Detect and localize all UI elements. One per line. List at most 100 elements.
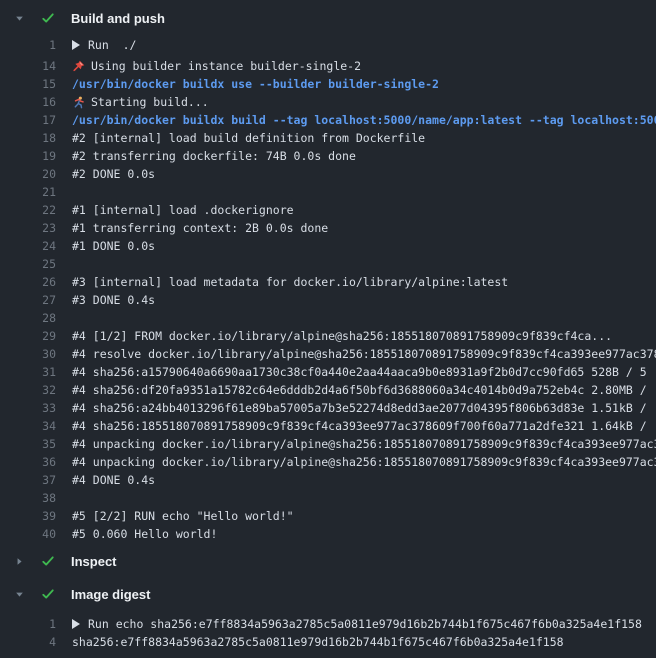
log-line: 17/usr/bin/docker buildx build --tag loc… (0, 111, 656, 129)
line-number[interactable]: 25 (0, 255, 56, 273)
log-line: 27 #3 DONE 0.4s (0, 291, 656, 309)
log-line-group: 1 Run echo sha256:e7ff8834a5963a2785c5a08… (0, 615, 656, 633)
log-line-content: Using builder instance builder-single-2 (56, 57, 656, 75)
log-section-image-digest: Image digest 1 Run echo sha256:e7ff8834a59… (0, 579, 656, 651)
log-text: #4 resolve docker.io/library/alpine@sha2… (72, 345, 656, 363)
log-line: 30 #4 resolve docker.io/library/alpine@sh… (0, 345, 656, 363)
line-number[interactable]: 28 (0, 309, 56, 327)
log-line: 16Starting build... (0, 93, 656, 111)
line-number[interactable]: 16 (0, 93, 56, 111)
line-number[interactable]: 4 (0, 633, 56, 651)
log-section-inspect: Inspect (0, 546, 656, 576)
log-line-content (56, 309, 656, 327)
line-number[interactable]: 32 (0, 381, 56, 399)
line-number[interactable]: 22 (0, 201, 56, 219)
line-number[interactable]: 18 (0, 129, 56, 147)
line-number[interactable]: 15 (0, 75, 56, 93)
log-line-content: #4 sha256:df20fa9351a15782c64e6dddb2d4a6… (56, 381, 656, 399)
section-header-build-and-push[interactable]: Build and push (0, 0, 656, 36)
section-lines: 1Run ./14Using builder instance builder-… (0, 36, 656, 543)
line-number[interactable]: 39 (0, 507, 56, 525)
log-line: 28 (0, 309, 656, 327)
line-number[interactable]: 35 (0, 435, 56, 453)
log-line-content: #4 sha256:a15790640a6690aa1730c38cf0a440… (56, 363, 656, 381)
line-number[interactable]: 17 (0, 111, 56, 129)
log-text: #3 DONE 0.4s (72, 291, 155, 309)
chevron-down-icon (14, 589, 25, 600)
check-icon (41, 587, 55, 601)
line-number[interactable]: 37 (0, 471, 56, 489)
chevron-down-icon (14, 13, 25, 24)
log-group-toggle[interactable]: Run ./ (56, 36, 656, 54)
line-number[interactable]: 14 (0, 57, 56, 75)
log-line-content: #1 DONE 0.0s (56, 237, 656, 255)
line-number[interactable]: 26 (0, 273, 56, 291)
log-line-group: 1Run ./ (0, 36, 656, 54)
log-text: /usr/bin/docker buildx use --builder bui… (72, 75, 439, 93)
section-lines: 1 Run echo sha256:e7ff8834a5963a2785c5a08… (0, 615, 656, 651)
log-line-content: #2 [internal] load build definition from… (56, 129, 656, 147)
line-number[interactable]: 23 (0, 219, 56, 237)
log-line-content: #4 sha256:185518070891758909c9f839cf4ca3… (56, 417, 656, 435)
line-number[interactable]: 40 (0, 525, 56, 543)
line-number[interactable]: 1 (0, 36, 56, 54)
line-number[interactable]: 33 (0, 399, 56, 417)
log-text: #4 unpacking docker.io/library/alpine@sh… (72, 435, 656, 453)
log-line: 38 (0, 489, 656, 507)
play-arrow-icon (72, 619, 80, 629)
log-text: #4 sha256:a15790640a6690aa1730c38cf0a440… (72, 363, 647, 381)
log-group-toggle[interactable]: Run echo sha256:e7ff8834a5963a2785c5a081… (56, 615, 656, 633)
play-arrow-icon (72, 40, 80, 50)
log-text: Run echo sha256:e7ff8834a5963a2785c5a081… (88, 615, 642, 633)
log-line-content: #3 [internal] load metadata for docker.i… (56, 273, 656, 291)
log-line: 31 #4 sha256:a15790640a6690aa1730c38cf0a4… (0, 363, 656, 381)
log-line: 29 #4 [1/2] FROM docker.io/library/alpine… (0, 327, 656, 345)
log-line-content: #4 sha256:a24bb4013296f61e89ba57005a7b3e… (56, 399, 656, 417)
log-line: 26#3 [internal] load metadata for docker… (0, 273, 656, 291)
log-text: #4 sha256:df20fa9351a15782c64e6dddb2d4a6… (72, 381, 647, 399)
log-line: 22#1 [internal] load .dockerignore (0, 201, 656, 219)
line-number[interactable]: 38 (0, 489, 56, 507)
log-text: #5 0.060 Hello world! (72, 525, 217, 543)
log-line: 32 #4 sha256:df20fa9351a15782c64e6dddb2d4… (0, 381, 656, 399)
line-number[interactable]: 29 (0, 327, 56, 345)
log-line-content (56, 183, 656, 201)
log-line: 37 #4 DONE 0.4s (0, 471, 656, 489)
line-number[interactable]: 19 (0, 147, 56, 165)
log-line: 36#4 unpacking docker.io/library/alpine@… (0, 453, 656, 471)
section-header-image-digest[interactable]: Image digest (0, 579, 656, 609)
log-text: Using builder instance builder-single-2 (91, 57, 361, 75)
line-number[interactable]: 30 (0, 345, 56, 363)
log-line: 40 #5 0.060 Hello world! (0, 525, 656, 543)
line-number[interactable]: 27 (0, 291, 56, 309)
log-line-content: #5 [2/2] RUN echo "Hello world!" (56, 507, 656, 525)
log-text: /usr/bin/docker buildx build --tag local… (72, 111, 656, 129)
log-line-content: #5 0.060 Hello world! (56, 525, 656, 543)
log-text: #5 [2/2] RUN echo "Hello world!" (72, 507, 294, 525)
line-number[interactable]: 21 (0, 183, 56, 201)
section-header-inspect[interactable]: Inspect (0, 546, 656, 576)
log-text: #4 sha256:a24bb4013296f61e89ba57005a7b3e… (72, 399, 647, 417)
log-line: 25 (0, 255, 656, 273)
log-line: 23#1 transferring context: 2B 0.0s done (0, 219, 656, 237)
log-line: 21 (0, 183, 656, 201)
log-text: #4 sha256:185518070891758909c9f839cf4ca3… (72, 417, 647, 435)
line-number[interactable]: 20 (0, 165, 56, 183)
log-line-content: #4 [1/2] FROM docker.io/library/alpine@s… (56, 327, 656, 345)
line-number[interactable]: 1 (0, 615, 56, 633)
check-icon (41, 554, 55, 568)
line-number[interactable]: 31 (0, 363, 56, 381)
log-line: 35 #4 unpacking docker.io/library/alpine@… (0, 435, 656, 453)
line-number[interactable]: 24 (0, 237, 56, 255)
log-text: #4 [1/2] FROM docker.io/library/alpine@s… (72, 327, 612, 345)
log-line-content: #4 resolve docker.io/library/alpine@sha2… (56, 345, 656, 363)
log-text: #4 DONE 0.4s (72, 471, 155, 489)
runner-icon (72, 96, 85, 109)
log-line-content: #3 DONE 0.4s (56, 291, 656, 309)
line-number[interactable]: 36 (0, 453, 56, 471)
log-line: 4sha256:e7ff8834a5963a2785c5a0811e979d16… (0, 633, 656, 651)
workflow-log-viewer: Build and push1Run ./14Using builder ins… (0, 0, 656, 658)
line-number[interactable]: 34 (0, 417, 56, 435)
section-title: Build and push (71, 11, 165, 26)
log-line: 18#2 [internal] load build definition fr… (0, 129, 656, 147)
